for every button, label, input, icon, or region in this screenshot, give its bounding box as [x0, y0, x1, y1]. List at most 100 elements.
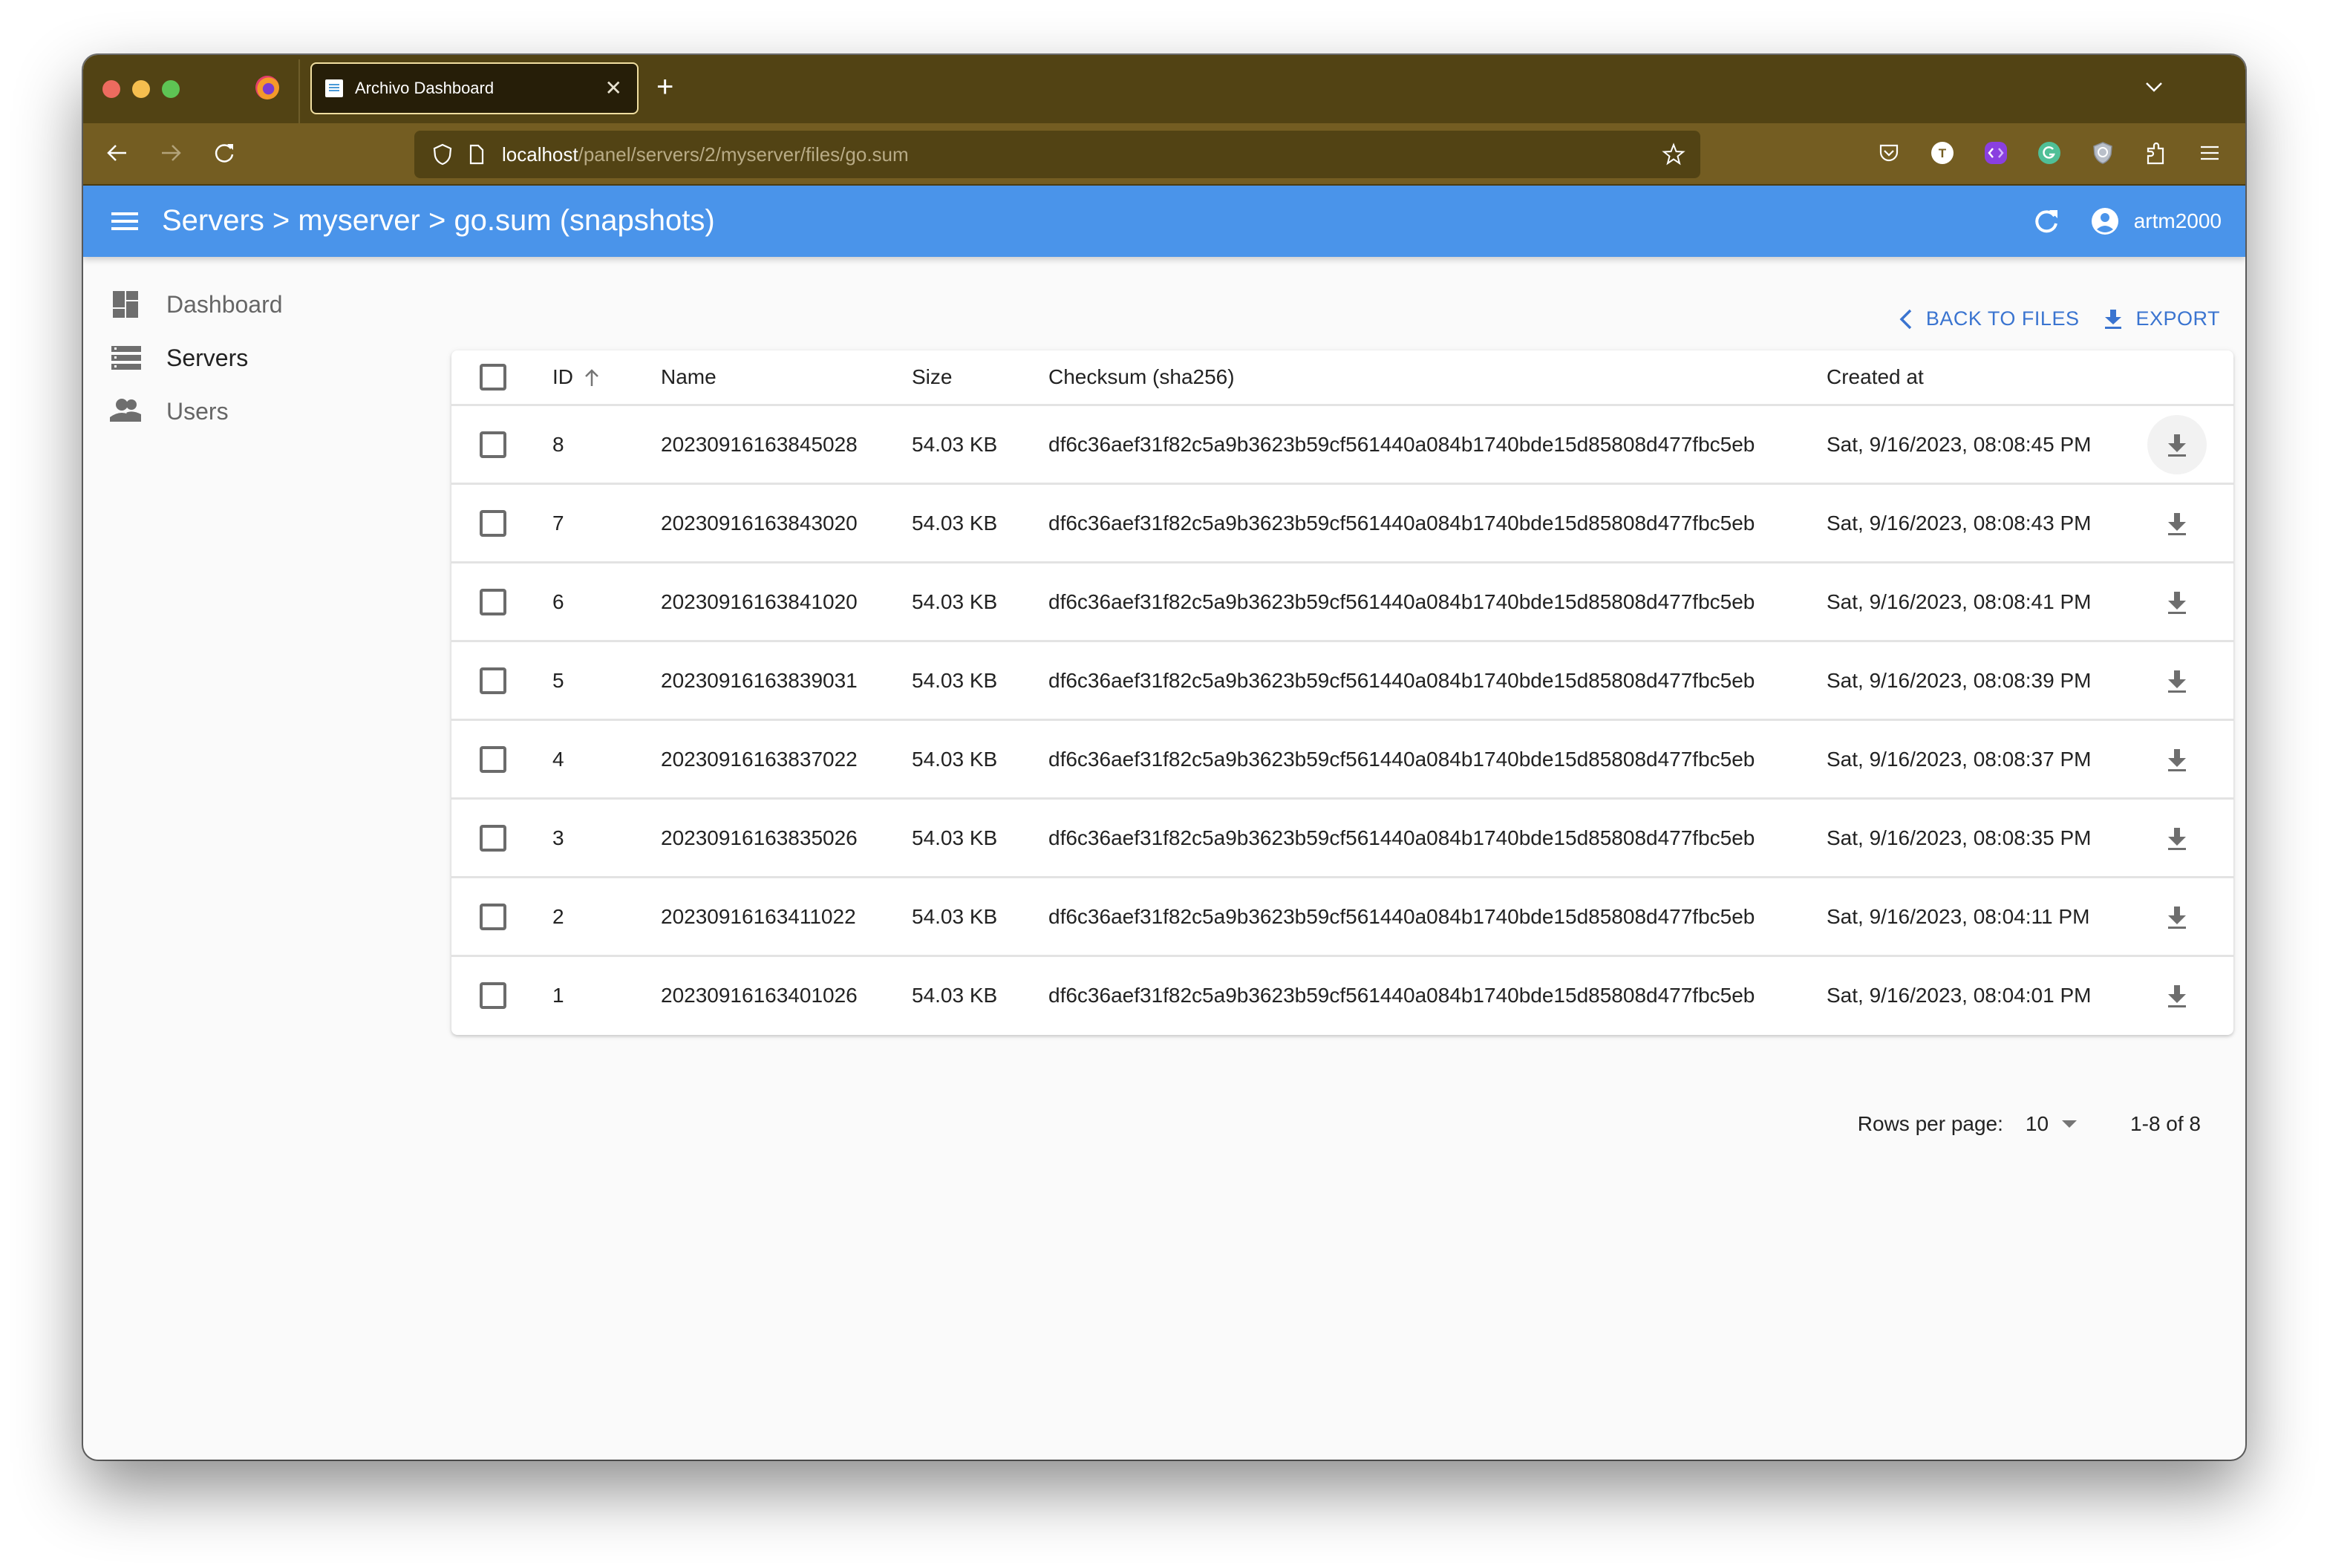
row-checkbox[interactable]	[480, 745, 506, 773]
row-checkbox[interactable]	[480, 431, 506, 458]
download-snapshot-button[interactable]	[2147, 730, 2207, 789]
hamburger-menu-icon[interactable]	[110, 206, 140, 236]
cell-checksum: df6c36aef31f82c5a9b3623b59cf561440a084b1…	[1048, 668, 1755, 692]
back-button[interactable]	[101, 137, 134, 169]
forward-button[interactable]	[154, 137, 187, 169]
minimize-window-button[interactable]	[132, 80, 150, 98]
rows-per-page-label: Rows per page:	[1857, 1112, 2003, 1135]
page-icon[interactable]	[468, 143, 486, 166]
new-tab-button[interactable]: +	[656, 68, 673, 105]
table-row[interactable]: 5 20230916163839031 54.03 KB df6c36aef31f82…	[451, 640, 2233, 719]
column-header-id[interactable]: ID	[552, 365, 600, 389]
download-snapshot-button[interactable]	[2147, 887, 2207, 947]
code-extension-icon	[1985, 142, 2007, 164]
row-checkbox[interactable]	[480, 588, 506, 615]
bookmark-star-icon[interactable]	[1662, 143, 1685, 166]
cell-created-at: Sat, 9/16/2023, 08:08:45 PM	[1827, 432, 2092, 456]
download-snapshot-button[interactable]	[2147, 808, 2207, 868]
cell-checksum: df6c36aef31f82c5a9b3623b59cf561440a084b1…	[1048, 747, 1755, 771]
download-icon	[2168, 591, 2186, 614]
rows-per-page-value: 10	[2025, 1112, 2049, 1135]
close-icon[interactable]: ✕	[605, 78, 622, 99]
url-bar[interactable]: localhost/panel/servers/2/myserver/files…	[414, 131, 1700, 178]
table-row[interactable]: 4 20230916163837022 54.03 KB df6c36aef31f82…	[451, 719, 2233, 797]
cell-id: 3	[552, 826, 564, 849]
table-row[interactable]: 7 20230916163843020 54.03 KB df6c36aef31f82…	[451, 483, 2233, 561]
download-snapshot-button[interactable]	[2147, 651, 2207, 710]
table-row[interactable]: 8 20230916163845028 54.03 KB df6c36aef31f82…	[451, 404, 2233, 483]
table-row[interactable]: 3 20230916163835026 54.03 KB df6c36aef31f82…	[451, 797, 2233, 876]
url-text[interactable]: localhost/panel/servers/2/myserver/files…	[502, 143, 909, 166]
sidebar-item-label: Servers	[166, 344, 249, 371]
grammarly-button[interactable]	[2034, 138, 2064, 168]
grammarly-icon	[2038, 142, 2060, 164]
shield-icon[interactable]	[432, 143, 453, 166]
row-checkbox[interactable]	[480, 667, 506, 694]
sidebar-item-dashboard[interactable]: Dashboard	[83, 278, 440, 331]
table-row[interactable]: 6 20230916163841020 54.03 KB df6c36aef31f82…	[451, 561, 2233, 640]
rows-per-page-select[interactable]: 10	[2025, 1112, 2078, 1136]
app-menu-button[interactable]	[2195, 138, 2225, 168]
t-extension-icon: T	[1931, 142, 1954, 164]
pocket-button[interactable]	[1874, 138, 1904, 168]
caret-down-icon	[2062, 1120, 2078, 1128]
download-icon	[2168, 906, 2186, 929]
page-range: 1-8 of 8	[2130, 1112, 2201, 1135]
user-menu-button[interactable]: artm2000	[2091, 203, 2222, 239]
reload-icon	[215, 144, 234, 163]
cell-size: 54.03 KB	[912, 747, 998, 771]
cell-created-at: Sat, 9/16/2023, 08:08:41 PM	[1827, 589, 2092, 613]
download-icon	[2168, 748, 2186, 771]
cell-name: 20230916163411022	[661, 904, 856, 928]
tab-strip-divider	[298, 59, 300, 123]
tab-title: Archivo Dashboard	[355, 79, 495, 97]
export-button[interactable]: EXPORT	[2104, 307, 2220, 330]
column-header-size[interactable]: Size	[912, 365, 952, 389]
cell-size: 54.03 KB	[912, 511, 998, 535]
row-checkbox[interactable]	[480, 981, 506, 1009]
row-checkbox[interactable]	[480, 903, 506, 930]
pagination: Rows per page: 10 1-8 of 8	[1858, 1112, 2201, 1136]
column-header-checksum[interactable]: Checksum (sha256)	[1048, 365, 1235, 389]
download-snapshot-button[interactable]	[2147, 414, 2207, 474]
page-actions: BACK TO FILES EXPORT	[1874, 307, 2220, 330]
shield-extension-button[interactable]	[2088, 138, 2118, 168]
browser-tab-active[interactable]: Archivo Dashboard ✕	[310, 62, 639, 114]
cell-checksum: df6c36aef31f82c5a9b3623b59cf561440a084b1…	[1048, 432, 1755, 456]
cell-id: 2	[552, 904, 564, 928]
sidebar-item-users[interactable]: Users	[83, 385, 440, 438]
chevron-down-icon[interactable]	[2143, 76, 2165, 98]
download-icon	[2168, 434, 2186, 457]
download-snapshot-button[interactable]	[2147, 572, 2207, 632]
back-to-files-button[interactable]: BACK TO FILES	[1899, 307, 2080, 330]
t-extension-button[interactable]: T	[1928, 138, 1957, 168]
reload-button[interactable]	[208, 137, 241, 169]
row-checkbox[interactable]	[480, 509, 506, 537]
close-window-button[interactable]	[102, 80, 120, 98]
column-header-name[interactable]: Name	[661, 365, 717, 389]
username: artm2000	[2133, 209, 2222, 232]
cell-created-at: Sat, 9/16/2023, 08:04:11 PM	[1827, 904, 2090, 928]
table-header: ID Name Size Checksum (sha256) Created a…	[451, 350, 2233, 404]
cell-created-at: Sat, 9/16/2023, 08:08:35 PM	[1827, 826, 2092, 849]
refresh-icon[interactable]	[2031, 206, 2061, 236]
menu-icon	[2201, 146, 2219, 160]
app-bar: Servers > myserver > go.sum (snapshots) …	[83, 186, 2245, 257]
puzzle-icon	[2147, 142, 2164, 165]
firefox-logo-icon	[255, 76, 279, 99]
cell-size: 54.03 KB	[912, 826, 998, 849]
column-header-created-at[interactable]: Created at	[1827, 365, 1924, 389]
table-row[interactable]: 1 20230916163401026 54.03 KB df6c36aef31f82…	[451, 955, 2233, 1033]
cell-name: 20230916163843020	[661, 511, 858, 535]
cell-created-at: Sat, 9/16/2023, 08:08:37 PM	[1827, 747, 2092, 771]
row-checkbox[interactable]	[480, 824, 506, 852]
download-snapshot-button[interactable]	[2147, 966, 2207, 1025]
code-extension-button[interactable]	[1981, 138, 2011, 168]
table-row[interactable]: 2 20230916163411022 54.03 KB df6c36aef31f82…	[451, 876, 2233, 955]
cell-size: 54.03 KB	[912, 432, 998, 456]
maximize-window-button[interactable]	[162, 80, 180, 98]
extensions-button[interactable]	[2141, 138, 2171, 168]
sidebar-item-servers[interactable]: Servers	[83, 331, 440, 385]
download-snapshot-button[interactable]	[2147, 494, 2207, 553]
select-all-checkbox[interactable]	[480, 364, 506, 391]
